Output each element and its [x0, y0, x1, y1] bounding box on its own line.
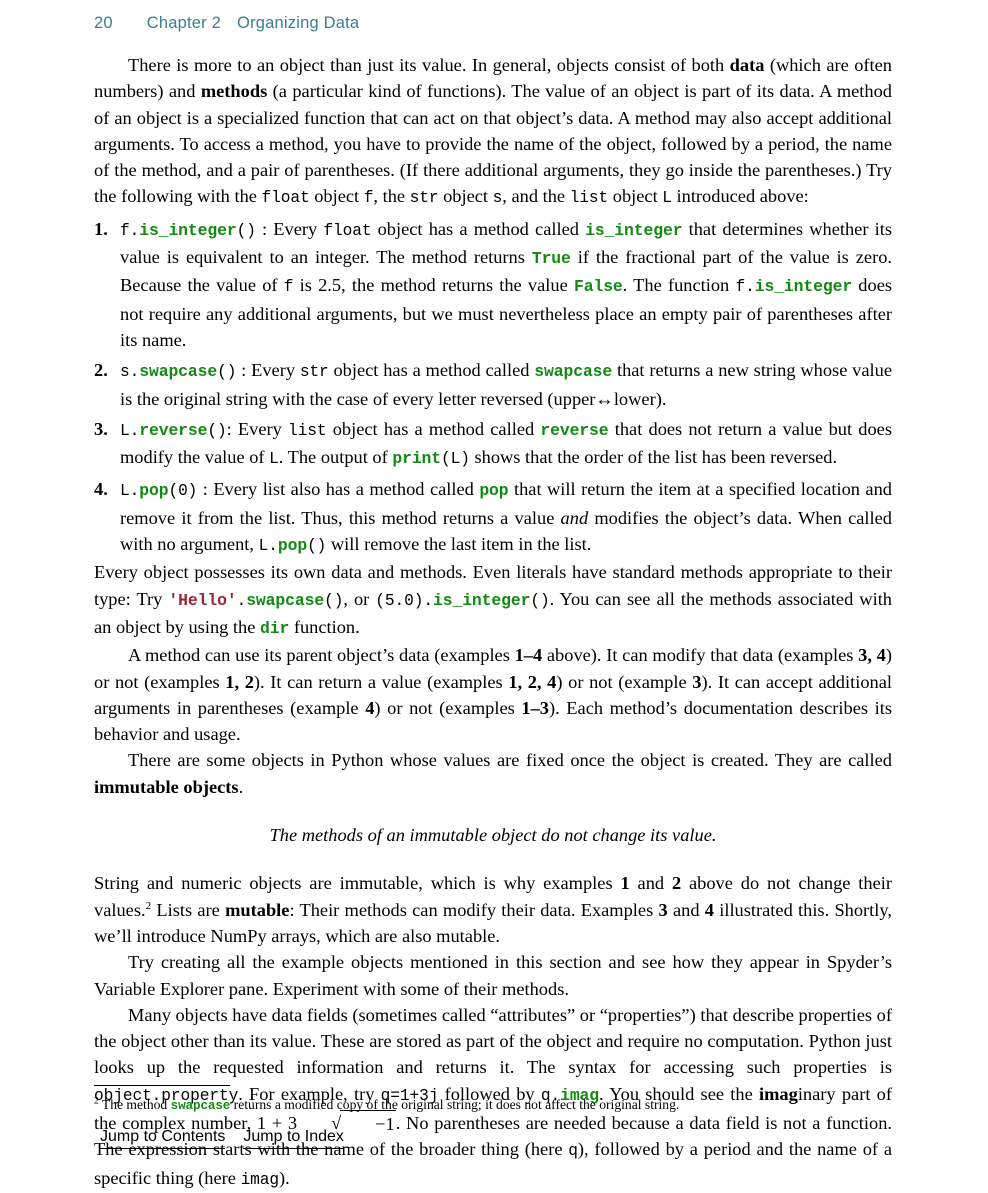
paragraph-immutable-intro: There are some objects in Python whose v… — [94, 750, 892, 797]
example-ref: 1 — [620, 873, 630, 894]
example-ref: 3 — [658, 899, 668, 920]
code-parens: () — [236, 221, 256, 240]
code-list: list — [569, 189, 609, 208]
code-print-arg: (L) — [441, 450, 470, 469]
code-method-name: swapcase — [139, 362, 218, 382]
code-float-literal: (5.0). — [375, 591, 433, 610]
method-examples-list: 1. f.is_integer() : Every float object ha… — [94, 216, 892, 560]
code-list: list — [288, 421, 327, 440]
code-method-name: reverse — [139, 420, 208, 440]
jump-to-index-link[interactable]: Jump to Index — [243, 1128, 344, 1149]
list-item-number: 2. — [94, 360, 108, 381]
code-str: str — [409, 189, 439, 208]
code-true: True — [531, 249, 571, 269]
code-swapcase: swapcase — [170, 1099, 231, 1113]
emphasis-and: and — [560, 507, 589, 528]
example-ref: 1–4 — [514, 645, 543, 666]
code-q: q — [568, 1142, 578, 1161]
paragraph-literals-methods: Every object possesses its own data and … — [94, 562, 892, 638]
code-method-name: is_integer — [139, 220, 237, 240]
term-mutable: mutable — [225, 899, 290, 920]
footnote-rule — [94, 1085, 230, 1086]
code-object-prefix: f. — [120, 221, 140, 240]
paragraph-objects-intro: There is more to an object than just its… — [94, 55, 892, 208]
callout-immutable-rule: The methods of an immutable object do no… — [269, 825, 717, 846]
code-object-prefix: L. — [120, 421, 140, 440]
example-ref: 1–3 — [521, 697, 549, 718]
code-s: s — [492, 189, 503, 208]
code-f: f — [283, 278, 294, 297]
paragraph-mutable-vs-immutable: String and numeric objects are immutable… — [94, 873, 892, 946]
list-item-number: 4. — [94, 479, 108, 500]
example-ref: 1, 2 — [225, 671, 254, 692]
list-item-number: 1. — [94, 218, 108, 239]
footnote-text: 2 The method swapcase returns a modified… — [94, 1096, 680, 1113]
code-str: str — [299, 363, 329, 382]
example-ref: 4 — [704, 899, 714, 920]
code-dir: dir — [260, 618, 290, 638]
code-pop: pop — [479, 481, 509, 501]
code-parens: () — [530, 591, 550, 610]
code-parens: () — [324, 591, 344, 610]
code-is-integer: is_integer — [754, 277, 853, 297]
page-number: 20 — [94, 14, 113, 32]
document-page: 20 Chapter 2 Organizing Data There is more… — [0, 0, 988, 1189]
paragraph-spyder-exercise: Try creating all the example objects men… — [94, 952, 892, 999]
code-is-integer: is_integer — [432, 590, 531, 610]
code-dot: . — [236, 591, 247, 610]
list-item: 4. L.pop(0) : Every list also has a metho… — [94, 476, 892, 559]
term-immutable-objects: immutable objects — [94, 776, 239, 797]
code-method-name: pop — [139, 481, 169, 501]
code-float: float — [261, 189, 310, 208]
code-false: False — [573, 277, 623, 297]
running-header: 20 Chapter 2 Organizing Data — [94, 14, 359, 33]
code-parens: (0) — [168, 482, 198, 501]
code-string-hello: 'Hello' — [168, 590, 237, 610]
code-pop: pop — [277, 536, 308, 556]
list-item-number: 3. — [94, 418, 108, 439]
code-reverse: reverse — [540, 420, 609, 440]
code-parens: () — [307, 537, 327, 556]
example-ref: 2 — [671, 873, 682, 894]
term-data: data — [729, 55, 765, 75]
code-f: f — [363, 189, 374, 208]
code-object-prefix: s. — [120, 363, 140, 382]
example-ref: 3, 4 — [858, 645, 886, 666]
list-item: 3. L.reverse(): Every list object has a m… — [94, 416, 892, 473]
list-item: 2. s.swapcase() : Every str object has a … — [94, 357, 892, 412]
paragraph-method-capabilities: A method can use its parent object’s dat… — [94, 645, 892, 745]
code-parens: () — [207, 421, 227, 440]
code-L: L — [269, 450, 279, 469]
code-f-dot: f. — [735, 278, 755, 297]
code-swapcase: swapcase — [246, 590, 325, 610]
jump-to-contents-link[interactable]: Jump to Contents — [100, 1128, 226, 1149]
chapter-label: Chapter 2 — [146, 14, 222, 32]
code-parens: () — [217, 363, 237, 382]
list-item: 1. f.is_integer() : Every float object ha… — [94, 216, 892, 353]
code-print: print — [392, 449, 442, 469]
term-methods: methods — [200, 81, 268, 102]
code-L: L — [662, 189, 672, 208]
section-title: Organizing Data — [237, 14, 360, 32]
code-is-integer: is_integer — [585, 220, 683, 240]
text-column: There is more to an object than just its… — [94, 52, 892, 1193]
code-float: float — [323, 221, 372, 240]
footer-links: Jump to Contents Jump to Index — [100, 1128, 344, 1149]
code-swapcase: swapcase — [534, 362, 613, 382]
code-L-dot: L. — [258, 537, 278, 556]
example-ref: 1, 2, 4 — [508, 671, 557, 692]
code-object-prefix: L. — [120, 482, 140, 501]
